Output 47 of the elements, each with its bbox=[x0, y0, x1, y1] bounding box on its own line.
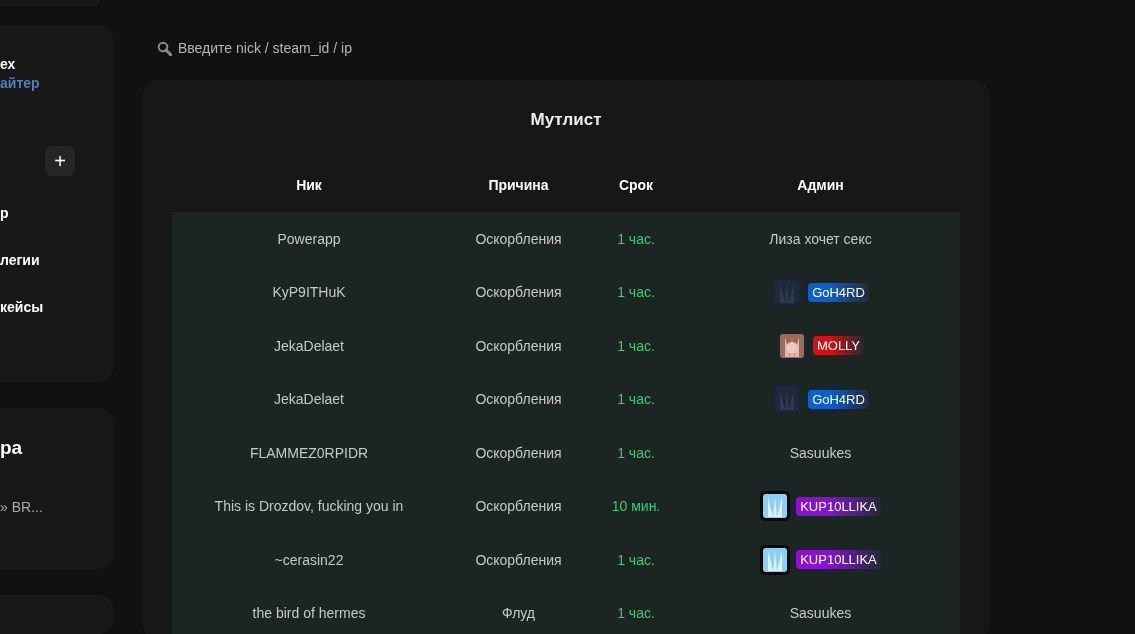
table-cell-text: Powerapp bbox=[276, 230, 342, 247]
menu-item[interactable]: кейсы bbox=[0, 297, 44, 316]
add-button[interactable]: + bbox=[45, 145, 75, 176]
table-cell-text: 1 час. bbox=[616, 337, 656, 354]
column-header: Ник bbox=[295, 177, 323, 193]
table-cell-text: Оскорбления bbox=[474, 551, 563, 568]
admin-badge: GoH4RD bbox=[808, 282, 869, 302]
admin-badge: MOLLY bbox=[812, 336, 865, 356]
table-cell-text: 1 час. bbox=[616, 230, 656, 247]
table-cell-text: 1 час. bbox=[616, 605, 656, 622]
table-cell-text: 10 мин. bbox=[610, 498, 662, 515]
column-header: Причина bbox=[487, 177, 550, 193]
admin-badge: KUP10LLIKA bbox=[796, 496, 881, 516]
column-header: Срок bbox=[617, 177, 655, 193]
table-cell-text: JekaDelaet bbox=[272, 391, 345, 408]
search-icon bbox=[157, 40, 172, 56]
table-cell-text: Оскорбления bbox=[474, 391, 563, 408]
table-cell-text: Оскорбления bbox=[474, 284, 563, 301]
table-cell-text: Флуд bbox=[500, 605, 537, 622]
table-cell-text: 1 час. bbox=[616, 284, 656, 301]
admin-name: Sasuukes bbox=[789, 605, 852, 622]
menu-item[interactable]: легии bbox=[0, 250, 40, 269]
table-cell-text: Оскорбления bbox=[474, 498, 563, 515]
search-field[interactable]: Введите nick / steam_id / ip bbox=[157, 40, 477, 56]
admin-name: Sasuukes bbox=[789, 444, 852, 461]
table-cell-text: 1 час. bbox=[616, 551, 656, 568]
admin-name: Лиза хочет секс bbox=[769, 230, 872, 247]
column-header: Админ bbox=[796, 177, 845, 193]
profile-name: ех bbox=[0, 54, 16, 74]
table-cell-text: JekaDelaet bbox=[272, 337, 345, 354]
admin-badge: GoH4RD bbox=[808, 389, 869, 409]
table-cell-text: Оскорбления bbox=[474, 230, 563, 247]
card-title: ра bbox=[0, 437, 23, 460]
table-cell-text: FLAMMEZ0RPIDR bbox=[248, 444, 370, 461]
table-cell-text: Оскорбления bbox=[474, 337, 563, 354]
panel-title: Мутлист bbox=[529, 109, 603, 130]
admin-badge: KUP10LLIKA bbox=[796, 550, 881, 570]
table-cell-text: This is Drozdov, fucking you in bbox=[213, 498, 405, 515]
table-cell-text: Оскорбления bbox=[474, 444, 563, 461]
table-cell-text: the bird of hermes bbox=[251, 605, 367, 622]
table-cell-text: 1 час. bbox=[616, 391, 656, 408]
table-cell-text: ~cerasin22 bbox=[273, 551, 345, 568]
server-line: » BR... bbox=[0, 499, 43, 516]
table-cell-text: KyP9ITHuK bbox=[271, 284, 347, 301]
profile-role: айтер bbox=[0, 73, 40, 93]
table-cell-text: 1 час. bbox=[616, 444, 656, 461]
menu-item[interactable]: р bbox=[0, 203, 9, 222]
